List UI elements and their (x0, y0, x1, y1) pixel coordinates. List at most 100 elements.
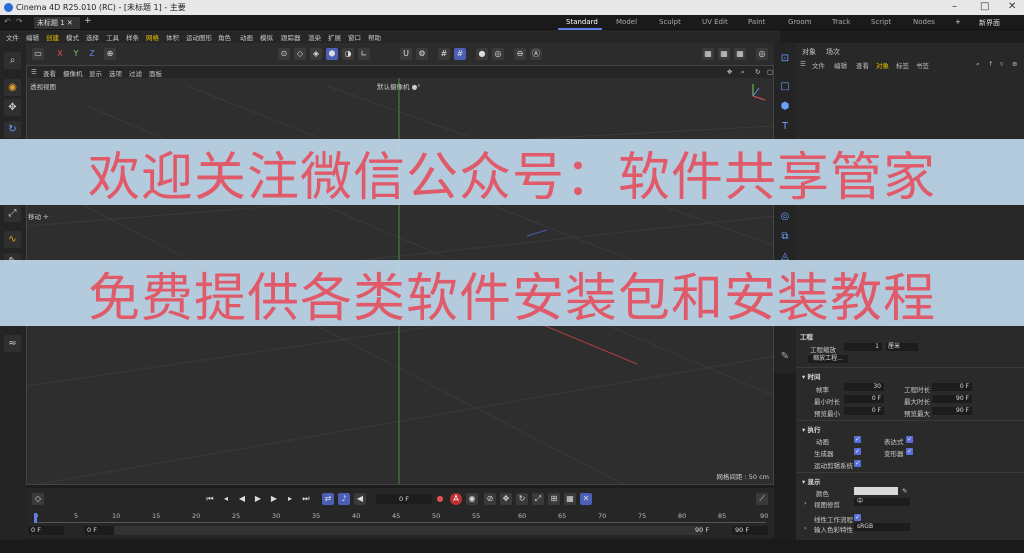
key-position-icon[interactable]: ⊘ (484, 493, 496, 505)
polygons-mode-icon[interactable]: ◈ (310, 48, 322, 60)
record-icon[interactable]: ● (434, 493, 446, 505)
timeline-graph-icon[interactable]: ⟋ (756, 493, 768, 505)
axis-y-button[interactable]: Y (70, 48, 82, 60)
scale-tool-icon[interactable]: ⤢ (4, 205, 21, 222)
project-time-input[interactable]: 0 F (932, 383, 972, 391)
preview-start-input[interactable]: 0 F (84, 526, 114, 535)
axis-z-button[interactable]: Z (86, 48, 98, 60)
axis-x-button[interactable]: X (54, 48, 66, 60)
layout-tab-groom[interactable]: Groom (788, 18, 812, 26)
key-settings-icon[interactable]: ◉ (466, 493, 478, 505)
search-icon[interactable]: ⌕ (4, 52, 21, 69)
expression-checkbox[interactable]: ✓ (906, 436, 913, 443)
settings-gear-icon[interactable]: ⚙ (416, 48, 428, 60)
volume-icon[interactable]: ◀ (354, 493, 366, 505)
layout-tab-track[interactable]: Track (832, 18, 850, 26)
tab-takes[interactable]: 场次 (826, 47, 840, 57)
menu-select[interactable]: 选择 (86, 32, 99, 42)
rotate-tool-icon[interactable]: ↻ (4, 121, 21, 138)
menu-mode[interactable]: 模式 (66, 32, 79, 42)
objmgr-up-icon[interactable]: ↑ (988, 60, 993, 68)
min-time-input[interactable]: 0 F (844, 395, 884, 403)
objmgr-search-icon[interactable]: ⌕ (976, 60, 980, 69)
lod-expand-icon[interactable]: › (804, 499, 807, 507)
menu-character[interactable]: 角色 (218, 32, 231, 42)
prev-frame-icon[interactable]: ◀ (236, 493, 248, 505)
coordinate-system-icon[interactable]: ⊕ (104, 48, 116, 60)
navigate-icon[interactable]: ✥ (727, 68, 732, 76)
fps-input[interactable]: 30 (844, 383, 884, 391)
objmgr-filter-icon[interactable]: ▿ (1000, 60, 1003, 68)
orbit-icon[interactable]: ↻ (755, 68, 760, 76)
brush-icon[interactable]: ✎ (777, 349, 793, 365)
axis-display-icon[interactable]: Ⓐ (530, 48, 542, 60)
scale-project-button[interactable]: 缩放工程... (808, 355, 848, 363)
objmgr-menu-edit[interactable]: 编辑 (834, 60, 847, 70)
project-scale-input[interactable]: 1 (844, 343, 882, 351)
preview-end-input[interactable]: 90 F (692, 526, 714, 535)
menu-tools[interactable]: 工具 (106, 32, 119, 42)
extra-tool-icon[interactable]: ≈ (4, 335, 21, 352)
preview-min-input[interactable]: 0 F (844, 407, 884, 415)
next-key-icon[interactable]: ▸ (284, 493, 296, 505)
workplane-icon[interactable]: # (454, 48, 466, 60)
menu-help[interactable]: 帮助 (368, 32, 381, 42)
objmgr-menu-object[interactable]: 对象 (876, 60, 889, 70)
menu-volume[interactable]: 体积 (166, 32, 179, 42)
key-move-icon[interactable]: ✥ (500, 493, 512, 505)
move-tool-icon[interactable]: ✥ (4, 99, 21, 116)
menu-tracker[interactable]: 跟踪器 (281, 32, 301, 42)
menu-simulate[interactable]: 模拟 (260, 32, 273, 42)
edges-mode-icon[interactable]: ◇ (294, 48, 306, 60)
uv-mode-icon[interactable]: ◑ (342, 48, 354, 60)
input-color-select[interactable]: sRGB (854, 523, 910, 531)
exec-section-header[interactable]: ▾ 执行 (802, 424, 821, 434)
animation-checkbox[interactable]: ✓ (854, 436, 861, 443)
time-section-header[interactable]: ▾ 时间 (802, 371, 821, 381)
max-time-input[interactable]: 90 F (932, 395, 972, 403)
vp-menu-camera[interactable]: 摄像机 (63, 68, 83, 78)
loop-icon[interactable]: ⇄ (322, 493, 334, 505)
generators-checkbox[interactable]: ✓ (854, 448, 861, 455)
menu-extensions[interactable]: 扩展 (328, 32, 341, 42)
toggle-panel-icon[interactable]: ▭ (32, 48, 44, 60)
axis-mode-icon[interactable]: ∟ (358, 48, 370, 60)
key-all-icon[interactable]: ✕ (580, 493, 592, 505)
menu-mograph[interactable]: 运动图形 (186, 32, 212, 42)
objmgr-menu-tags[interactable]: 标签 (896, 60, 909, 70)
display-section-header[interactable]: ▾ 显示 (802, 476, 821, 486)
layout-tab-sculpt[interactable]: Sculpt (659, 18, 681, 26)
add-layout-button[interactable]: + (955, 18, 961, 26)
prev-key-icon[interactable]: ◂ (220, 493, 232, 505)
autokey-icon[interactable]: A (450, 493, 462, 505)
playhead[interactable] (34, 513, 37, 523)
sound-icon[interactable]: ♪ (338, 493, 350, 505)
maximize-button[interactable]: □ (980, 1, 989, 12)
project-unit-select[interactable]: 厘米 (886, 343, 918, 351)
render-settings-icon[interactable]: ▦ (734, 48, 746, 60)
play-icon[interactable]: ▶ (252, 493, 264, 505)
preview-max-input[interactable]: 90 F (932, 407, 972, 415)
key-scale-icon[interactable]: ⤢ (532, 493, 544, 505)
key-pla-icon[interactable]: ▦ (564, 493, 576, 505)
range-slider[interactable] (114, 526, 702, 535)
go-to-start-icon[interactable]: ⏮ (204, 493, 216, 505)
input-color-expand-icon[interactable]: › (804, 524, 807, 532)
camera-object-icon[interactable]: ⧉ (777, 229, 793, 245)
null-object-icon[interactable]: ⊡ (777, 51, 793, 67)
eyedropper-icon[interactable]: ✎ (902, 487, 907, 495)
end-frame-input[interactable]: 90 F (732, 526, 768, 535)
points-mode-icon[interactable]: ⊙ (278, 48, 290, 60)
color-swatch[interactable] (854, 487, 898, 495)
viewport-hamburger-icon[interactable]: ☰ (31, 68, 37, 76)
menu-mesh[interactable]: 网格 (146, 32, 159, 42)
redo-icon[interactable]: ↷ (16, 17, 23, 26)
cube-object-icon[interactable]: ⬢ (777, 99, 793, 115)
minimize-button[interactable]: – (952, 1, 957, 12)
spline-rectangle-icon[interactable]: □ (777, 79, 793, 95)
next-frame-icon[interactable]: ▶ (268, 493, 280, 505)
menu-edit[interactable]: 编辑 (26, 32, 39, 42)
lock-icon[interactable]: ● (476, 48, 488, 60)
zoom-icon[interactable]: ⌕ (741, 68, 745, 77)
menu-window[interactable]: 窗口 (348, 32, 361, 42)
